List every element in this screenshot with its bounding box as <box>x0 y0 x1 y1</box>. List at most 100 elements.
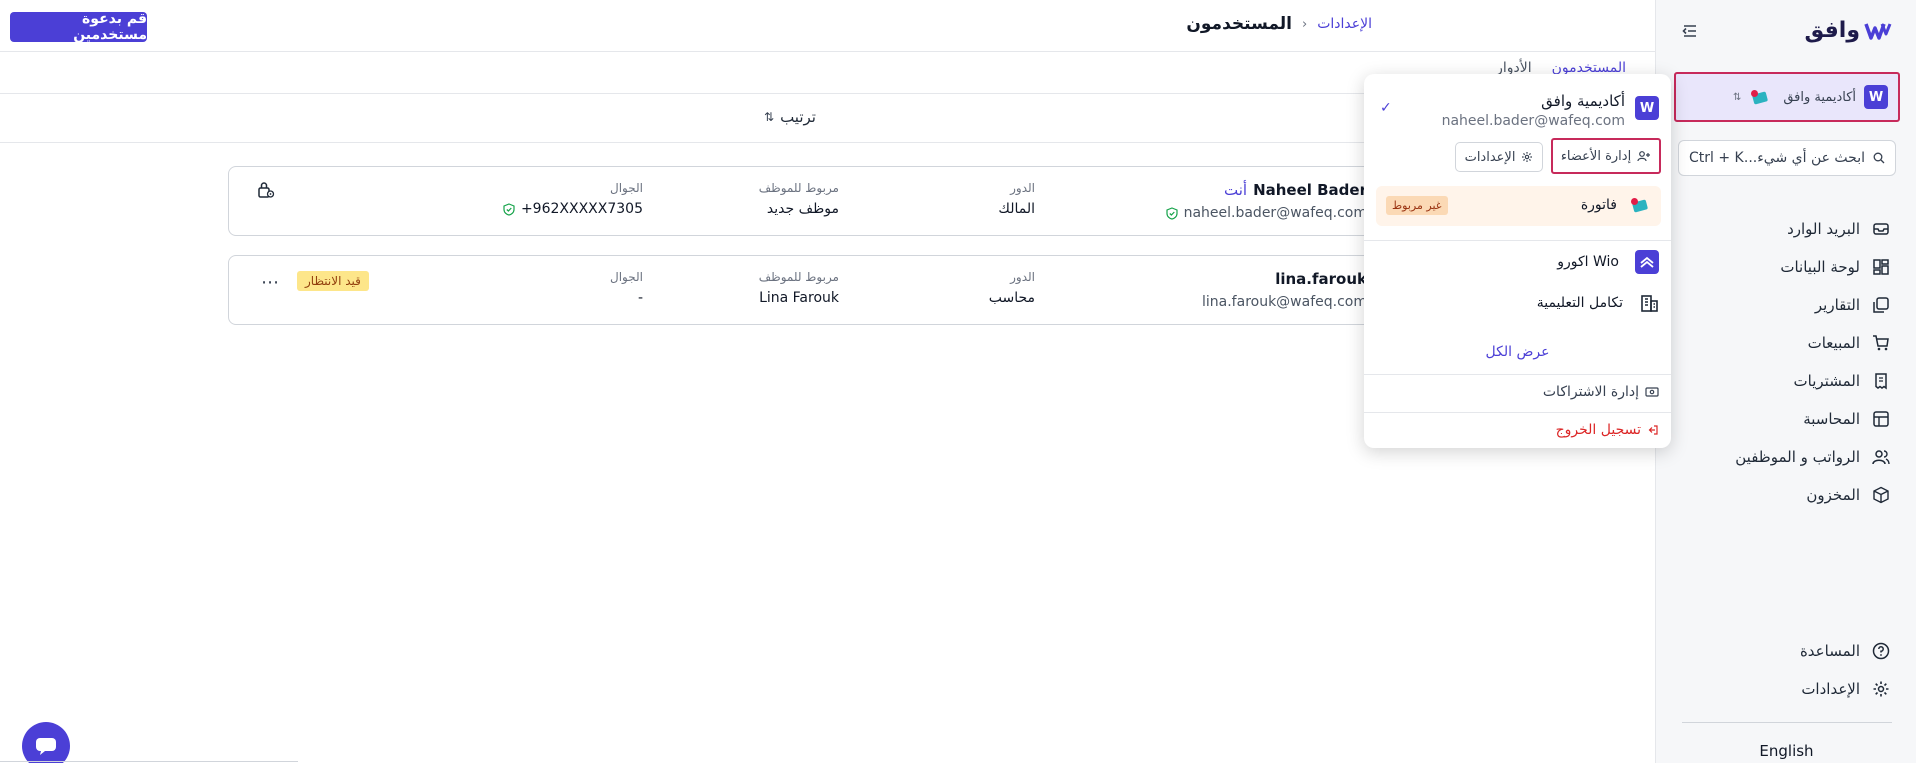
employee-value: Lina Farouk <box>759 290 839 306</box>
fatora-badge-icon <box>1751 90 1769 105</box>
reports-icon <box>1873 297 1889 313</box>
phone-col: الجوال - <box>610 270 643 306</box>
sidebar-item-help[interactable]: المساعدة <box>1670 632 1890 670</box>
employee-label: مربوط للموظف <box>758 270 839 284</box>
show-all-link[interactable]: عرض الكل <box>1364 344 1671 360</box>
phone-value: - <box>637 290 643 306</box>
wio-logo-icon <box>1635 250 1659 274</box>
org-option-name: تكامل التعليمية <box>1536 295 1623 311</box>
phone-value: +962XXXXX7305 <box>520 201 643 217</box>
sidebar: وافق W أكاديمية وافق ⇅ Ctrl + K ابحث عن … <box>1655 0 1916 763</box>
sidebar-item-inbox[interactable]: البريد الوارد <box>1670 210 1890 248</box>
org-dropdown-menu: W أكاديمية وافق naheel.bader@wafeq.com ✓… <box>1364 74 1671 448</box>
sidebar-item-label: المساعدة <box>1799 642 1860 660</box>
manage-subscriptions-label: إدارة الاشتراكات <box>1542 384 1639 400</box>
sidebar-item-settings[interactable]: الإعدادات <box>1670 670 1890 708</box>
collapse-sidebar-icon[interactable] <box>1680 22 1700 40</box>
current-org-email: naheel.bader@wafeq.com <box>1441 113 1625 129</box>
sidebar-item-label: التقارير <box>1814 296 1860 314</box>
sidebar-item-payroll[interactable]: الرواتب و الموظفين <box>1670 438 1890 476</box>
org-logo: W <box>1864 85 1888 109</box>
phone-row: +962XXXXX7305 <box>503 201 643 217</box>
verified-shield-icon <box>1165 206 1178 220</box>
divider-line <box>0 761 298 762</box>
sidebar-item-purchases[interactable]: المشتريات <box>1670 362 1890 400</box>
phone-label: الجوال <box>610 270 643 284</box>
role-label: الدور <box>1010 270 1035 284</box>
current-org-name: أكاديمية وافق <box>1541 92 1625 110</box>
box-icon <box>1873 486 1889 504</box>
dashboard-icon <box>1873 259 1889 275</box>
org-option[interactable]: Wio اكورو <box>1557 250 1659 274</box>
unlinked-badge: غير مربوط <box>1386 196 1448 215</box>
fatora-icon <box>1631 198 1649 213</box>
sidebar-item-label: المبيعات <box>1807 334 1860 352</box>
role-col: الدور المالك <box>998 181 1035 217</box>
user-card: Naheel Bader أنت naheel.bader@wafeq.com … <box>228 166 1378 236</box>
page-title: المستخدمون <box>1186 14 1293 34</box>
user-name-row: Naheel Bader أنت <box>1224 181 1367 199</box>
sidebar-divider <box>1682 722 1892 723</box>
logout-label: تسجيل الخروج <box>1555 422 1641 438</box>
employee-label: مربوط للموظف <box>758 181 839 195</box>
manage-members-label: إدارة الأعضاء <box>1560 148 1632 164</box>
search-icon <box>1873 152 1885 164</box>
role-col: الدور محاسب <box>989 270 1035 306</box>
employee-col: مربوط للموظف موظف جديد <box>759 181 839 217</box>
sidebar-item-reports[interactable]: التقارير <box>1670 286 1890 324</box>
breadcrumb-settings-link[interactable]: الإعدادات <box>1317 16 1372 32</box>
invite-users-button[interactable]: قم بدعوة مستخدمين <box>10 11 147 43</box>
status-badge: قيد الانتظار <box>297 271 369 291</box>
breadcrumb: الإعدادات ‹ المستخدمون <box>1186 14 1372 34</box>
user-email-row: naheel.bader@wafeq.com <box>1165 205 1367 221</box>
manage-subscriptions-link[interactable]: إدارة الاشتراكات <box>1543 384 1659 400</box>
sort-button[interactable]: ترتيب ⇅ <box>764 108 816 126</box>
logout-icon <box>1648 425 1658 435</box>
sort-label: ترتيب <box>780 108 816 126</box>
wafeq-logo[interactable]: وافق <box>1805 18 1892 43</box>
receipt-icon <box>1875 373 1887 390</box>
you-tag: أنت <box>1223 181 1248 199</box>
cart-icon <box>1873 335 1889 351</box>
user-email-row: lina.farouk@wafeq.com <box>1202 294 1367 310</box>
org-settings-button[interactable]: الإعدادات <box>1455 142 1543 172</box>
chevron-left-icon: ‹ <box>1302 16 1308 32</box>
help-icon <box>1872 642 1890 660</box>
sidebar-item-accounting[interactable]: المحاسبة <box>1670 400 1890 438</box>
org-option[interactable]: تكامل التعليمية <box>1537 294 1659 312</box>
logo-text: وافق <box>1804 18 1860 43</box>
sidebar-item-sales[interactable]: المبيعات <box>1670 324 1890 362</box>
user-email: naheel.bader@wafeq.com <box>1183 205 1367 221</box>
sidebar-item-label: المحاسبة <box>1803 410 1860 428</box>
language-toggle[interactable]: English <box>1656 742 1916 760</box>
org-option-name: Wio اكورو <box>1557 254 1619 270</box>
sidebar-item-inventory[interactable]: المخزون <box>1670 476 1890 514</box>
search-shortcut: Ctrl + K <box>1689 150 1744 166</box>
current-org[interactable]: W أكاديمية وافق naheel.bader@wafeq.com <box>1442 92 1659 129</box>
more-options-icon[interactable]: ⋯ <box>261 272 280 293</box>
org-switcher[interactable]: W أكاديمية وافق ⇅ <box>1674 72 1900 122</box>
chat-launcher-button[interactable] <box>22 722 70 763</box>
sidebar-item-dashboard[interactable]: لوحة البيانات <box>1670 248 1890 286</box>
lock-settings-icon[interactable] <box>257 181 275 199</box>
users-icon <box>1872 450 1890 465</box>
inbox-icon <box>1873 223 1889 235</box>
logout-link[interactable]: تسجيل الخروج <box>1556 422 1659 438</box>
phone-col: الجوال +962XXXXX7305 <box>503 181 643 217</box>
user-card: lina.farouk lina.farouk@wafeq.com الدور … <box>228 255 1378 325</box>
sidebar-item-label: الإعدادات <box>1801 680 1860 698</box>
chevron-updown-icon: ⇅ <box>1732 91 1742 103</box>
menu-divider <box>1364 374 1671 375</box>
sidebar-item-label: البريد الوارد <box>1787 220 1860 238</box>
linked-app-name: فاتورة <box>1580 197 1617 213</box>
building-icon <box>1641 295 1658 312</box>
gear-icon <box>1873 681 1889 697</box>
user-name-row: lina.farouk <box>1275 270 1367 288</box>
linked-app-fatora[interactable]: فاتورة غير مربوط <box>1376 186 1661 226</box>
employee-col: مربوط للموظف Lina Farouk <box>759 270 839 306</box>
user-name: lina.farouk <box>1275 270 1367 288</box>
sidebar-nav: البريد الوارد لوحة البيانات التقارير الم… <box>1670 210 1890 514</box>
search-box[interactable]: Ctrl + K ابحث عن أي شيء... <box>1678 140 1896 176</box>
manage-members-button[interactable]: إدارة الأعضاء <box>1551 138 1661 174</box>
chat-bubble-icon <box>36 738 56 755</box>
